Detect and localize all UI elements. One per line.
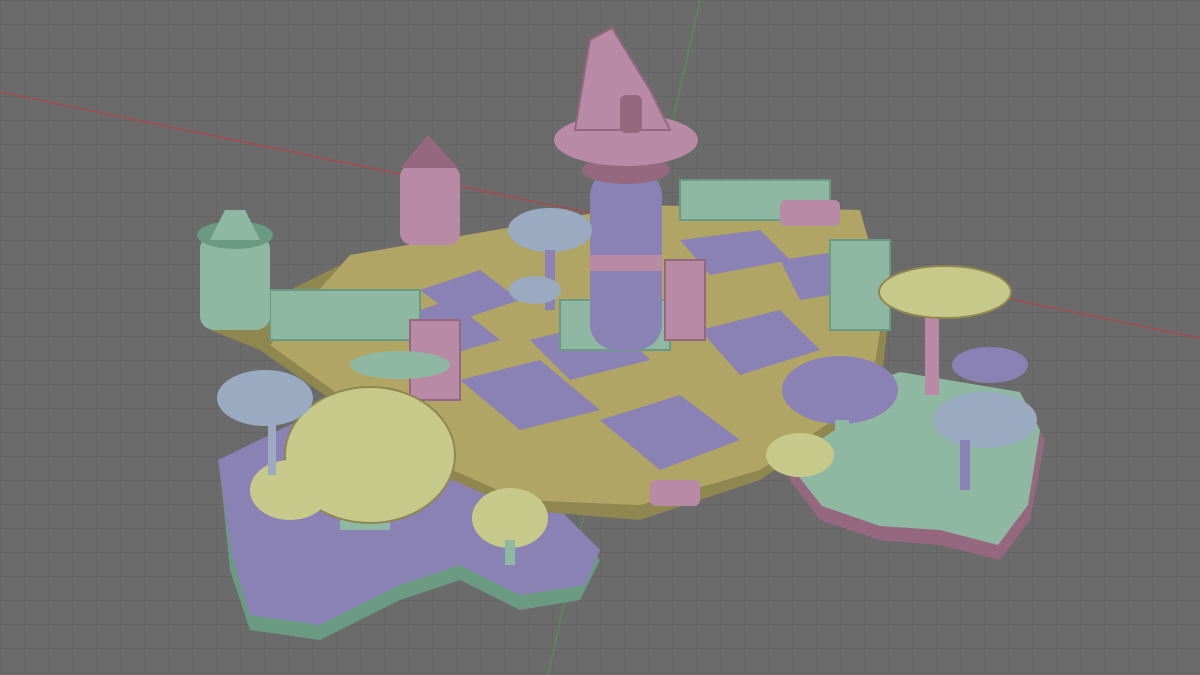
teacup-tower-left[interactable] (197, 210, 273, 330)
viewport-canvas[interactable] (0, 0, 1200, 675)
3d-viewport[interactable] (0, 0, 1200, 675)
